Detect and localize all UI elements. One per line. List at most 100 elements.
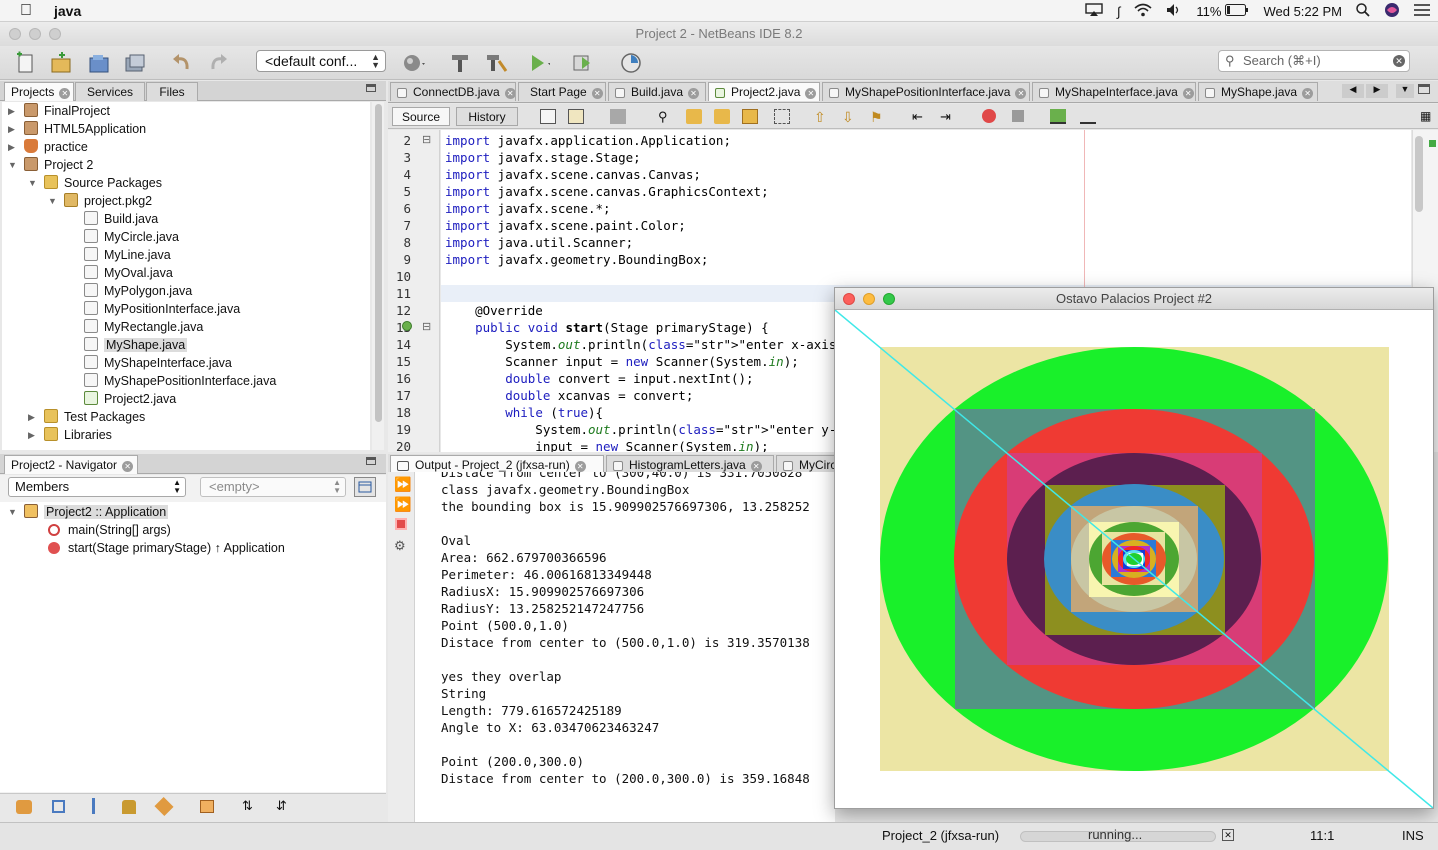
undo-icon[interactable] <box>170 51 194 75</box>
tab-project2[interactable]: Project2.java ✕ <box>708 82 820 101</box>
show-opened-documents-icon[interactable]: ▼ <box>1396 84 1414 98</box>
close-icon[interactable]: ✕ <box>750 461 762 472</box>
toggle-highlight-icon[interactable] <box>742 109 758 124</box>
navigator-class-row[interactable]: Project2 :: Application <box>24 503 169 521</box>
shift-left-icon[interactable]: ⇤ <box>912 109 928 124</box>
close-icon[interactable]: ✕ <box>1015 88 1027 99</box>
tab-myshapepositioninterface[interactable]: MyShapePositionInterface.java ✕ <box>822 82 1030 101</box>
stop-macro-icon[interactable] <box>1012 110 1024 122</box>
inherited-members-icon[interactable] <box>16 800 32 814</box>
split-editor-icon[interactable]: ▦ <box>1420 109 1436 124</box>
close-icon[interactable]: ✕ <box>574 461 586 472</box>
start-macro-icon[interactable] <box>982 109 996 123</box>
tree-item[interactable]: Source Packages <box>44 174 162 192</box>
expand-triangle-icon[interactable]: ▶ <box>8 142 15 153</box>
new-file-icon[interactable] <box>14 51 38 75</box>
redo-icon[interactable] <box>206 51 230 75</box>
override-marker-icon[interactable] <box>402 321 412 331</box>
ide-search-field[interactable]: ⚲ Search (⌘+I) ✕ <box>1218 50 1410 72</box>
navigator-member-start[interactable]: start(Stage primaryStage) ↑ Application <box>48 539 285 557</box>
new-project-icon[interactable] <box>49 51 73 75</box>
close-icon[interactable]: ✕ <box>59 88 71 99</box>
tree-item[interactable]: MyLine.java <box>84 246 171 264</box>
last-edit-icon[interactable] <box>540 109 556 124</box>
fold-icon[interactable]: ⊟ <box>422 320 431 333</box>
next-bookmark-icon[interactable]: ⇩ <box>842 109 858 125</box>
close-icon[interactable]: ✕ <box>1302 88 1314 99</box>
zoom-window-button[interactable] <box>49 28 61 40</box>
rectangular-selection-icon[interactable] <box>774 109 790 124</box>
scroll-tabs-right-icon[interactable]: ▶ <box>1366 84 1388 98</box>
wifi-icon[interactable] <box>1134 3 1152 20</box>
collapse-triangle-icon[interactable]: ▼ <box>28 178 37 188</box>
expand-triangle-icon[interactable]: ▶ <box>28 412 35 423</box>
tab-services[interactable]: Services <box>75 82 145 101</box>
debug-icon[interactable] <box>572 51 596 75</box>
tree-item[interactable]: Build.java <box>84 210 158 228</box>
tab-source[interactable]: Source <box>392 107 450 126</box>
collapse-triangle-icon[interactable]: ▼ <box>8 507 17 517</box>
build-hammer-icon[interactable] <box>448 51 472 75</box>
previous-bookmark-icon[interactable]: ⇧ <box>814 109 830 125</box>
tree-item[interactable]: MyShapePositionInterface.java <box>84 372 276 390</box>
zoom-window-button[interactable] <box>883 293 895 305</box>
rerun-icon[interactable]: ⏩ <box>394 476 411 493</box>
close-window-button[interactable] <box>843 293 855 305</box>
private-filter-lock-icon[interactable] <box>122 800 136 814</box>
tree-item[interactable]: Project2.java <box>84 390 176 408</box>
tab-connectdb[interactable]: ConnectDB.java ✕ <box>390 82 516 101</box>
airplay-icon[interactable] <box>1085 2 1103 20</box>
siri-icon[interactable] <box>1384 2 1400 21</box>
members-filter-select[interactable]: Members ▲ ▼ <box>8 477 186 497</box>
navigator-options-icon[interactable] <box>354 477 376 497</box>
notification-center-icon[interactable] <box>1414 3 1430 19</box>
tab-myshapeinterface[interactable]: MyShapeInterface.java ✕ <box>1032 82 1196 101</box>
tree-item[interactable]: MyShapeInterface.java <box>84 354 232 372</box>
expand-triangle-icon[interactable]: ▶ <box>8 106 15 117</box>
bluetooth-icon[interactable]: ∫ <box>1117 4 1121 19</box>
close-icon[interactable]: ✕ <box>504 88 515 99</box>
tree-item[interactable]: HTML5Application <box>24 120 146 138</box>
tree-item[interactable]: Project 2 <box>24 156 93 174</box>
close-window-button[interactable] <box>9 28 21 40</box>
collapse-triangle-icon[interactable]: ▼ <box>8 160 17 170</box>
close-icon[interactable]: ✕ <box>805 88 817 99</box>
configuration-select[interactable]: <default conf... ▲ ▼ <box>256 50 386 72</box>
tree-item[interactable]: FinalProject <box>24 102 110 120</box>
tree-item[interactable]: MyRectangle.java <box>84 318 203 336</box>
clock[interactable]: Wed 5:22 PM <box>1263 4 1342 19</box>
tab-build[interactable]: Build.java ✕ <box>608 82 706 101</box>
comment-icon[interactable] <box>1050 109 1066 124</box>
static-filter-icon[interactable] <box>92 798 95 814</box>
project-tree-scrollbar[interactable] <box>372 102 384 450</box>
battery-icon[interactable] <box>1225 3 1249 19</box>
sort-by-name-icon[interactable] <box>200 800 214 813</box>
collapse-triangle-icon[interactable]: ▼ <box>48 196 57 206</box>
globe-icon[interactable] <box>402 51 426 75</box>
find-next-icon[interactable] <box>714 109 730 124</box>
open-project-icon[interactable] <box>87 51 111 75</box>
running-task-name[interactable]: Project_2 (jfxsa-run) <box>882 828 999 843</box>
find-icon[interactable]: ⚲ <box>658 109 674 124</box>
close-project-icon[interactable] <box>123 51 147 75</box>
fields-filter-icon[interactable] <box>52 800 65 813</box>
output-console[interactable]: Distace from center to (300,40.0) is 331… <box>415 472 835 822</box>
scroll-tabs-left-icon[interactable]: ◀ <box>1342 84 1364 98</box>
app-menu-name[interactable]: java <box>54 3 81 19</box>
output-settings-icon[interactable]: ⚙ <box>394 538 406 554</box>
run-icon[interactable] <box>526 51 550 75</box>
cancel-task-icon[interactable]: ✕ <box>1222 829 1234 841</box>
volume-icon[interactable] <box>1166 3 1182 20</box>
sort-by-source-icon[interactable]: ⇅ <box>242 798 253 814</box>
tree-item[interactable]: Libraries <box>44 426 112 444</box>
back-icon[interactable] <box>568 109 584 124</box>
fold-icon[interactable]: ⊟ <box>422 133 431 146</box>
tab-files[interactable]: Files <box>146 82 198 101</box>
profile-icon[interactable] <box>620 51 644 75</box>
tab-projects[interactable]: Projects ✕ <box>4 82 74 101</box>
clean-build-icon[interactable] <box>484 51 508 75</box>
clear-search-icon[interactable]: ✕ <box>1393 55 1405 67</box>
minimize-window-button[interactable] <box>863 293 875 305</box>
tree-item[interactable]: MyOval.java <box>84 264 173 282</box>
shift-right-icon[interactable]: ⇥ <box>940 109 956 124</box>
